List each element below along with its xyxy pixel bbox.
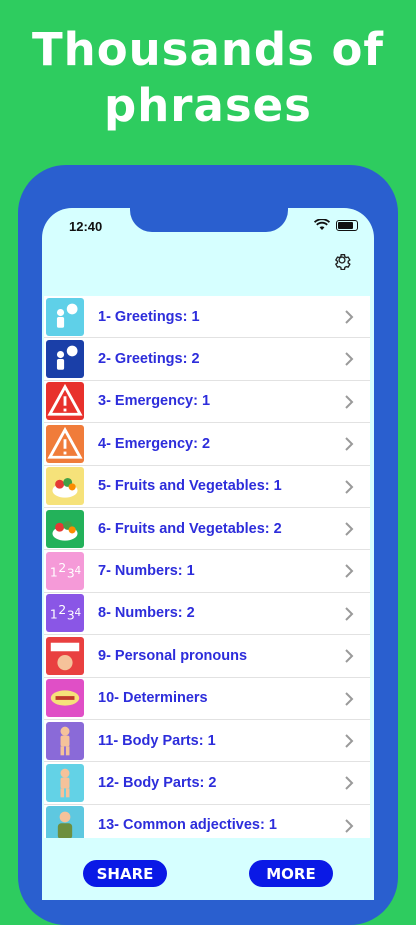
share-button[interactable]: SHARE [83,860,167,887]
chevron-right-icon [345,522,354,536]
list-item[interactable]: 1 2 3 4 7- Numbers: 1 [44,550,370,593]
battery-icon [336,219,358,231]
numbers-icon: 1234 [46,594,84,633]
svg-text:4: 4 [74,607,81,619]
numbers-icon: 1234 [46,552,84,591]
notch [130,208,288,232]
svg-text:2: 2 [58,603,66,617]
list-item[interactable]: 5- Fruits and Vegetables: 1 [44,466,370,508]
chevron-right-icon [345,310,354,324]
list-item[interactable]: 4- Emergency: 2 [44,423,370,466]
list-item-label: 3- Emergency: 1 [98,393,211,410]
status-time: 12:40 [69,219,103,234]
chevron-right-icon [345,691,354,706]
warning-icon [46,424,84,463]
list-item[interactable]: 1 2 3 4 8- Numbers: 2 [44,593,370,636]
list-item-label: 11- Body Parts: 1 [98,732,216,749]
chevron-right-icon [345,776,354,791]
topic-list: 1- Greetings: 1 2- Greetings: 2 3- Emergen… [44,296,370,838]
list-item-label: 7- Numbers: 1 [98,563,195,580]
fruit-bowl-icon [46,467,84,506]
body-figure-icon [46,763,84,802]
list-item[interactable]: 1- Greetings: 1 [44,296,370,339]
list-item[interactable]: 11- Body Parts: 1 [44,720,370,763]
pronoun-badge-icon [46,636,84,675]
chevron-right-icon [345,437,354,451]
fruit-bowl-icon [46,509,84,548]
warning-icon [46,382,84,421]
list-item-label: 13- Common adjectives: 1 [98,817,277,834]
chevron-right-icon [345,352,354,367]
status-icons [314,219,358,231]
list-item[interactable]: 12- Body Parts: 2 [44,762,370,805]
list-item[interactable]: 2- Greetings: 2 [44,338,370,381]
person-speech-icon [46,340,84,379]
list-item-label: 10- Determiners [98,690,208,707]
list-item-label: 4- Emergency: 2 [98,435,211,452]
wifi-icon [314,219,330,230]
chevron-right-icon [345,395,354,409]
list-item[interactable]: 3- Emergency: 1 [44,381,370,424]
chevron-right-icon [345,818,354,833]
list-item-label: 8- Numbers: 2 [98,605,195,622]
headline: Thousands of phrases [31,23,385,132]
list-item-label: 2- Greetings: 2 [98,351,200,368]
body-figure-icon [46,721,84,760]
list-item[interactable]: 9- Personal pronouns [44,635,370,678]
svg-text:1: 1 [50,566,58,580]
chevron-right-icon [345,479,354,494]
list-item[interactable]: 6- Fruits and Vegetables: 2 [44,508,370,551]
person-figure-icon [46,806,84,838]
svg-text:4: 4 [74,565,81,577]
list-item-label: 9- Personal pronouns [98,647,248,664]
list-item-label: 6- Fruits and Vegetables: 2 [98,520,282,537]
more-button[interactable]: MORE [249,860,333,887]
chevron-right-icon [345,649,354,663]
svg-text:1: 1 [50,608,58,622]
chevron-right-icon [345,607,354,621]
phone-screen: 12:40 1- Greetings: 1 2- Greetings: 2 3- E… [42,208,374,900]
list-item[interactable]: 10- Determiners [44,678,370,720]
chevron-right-icon [345,734,354,748]
chevron-right-icon [345,564,354,579]
svg-text:2: 2 [58,561,66,575]
list-item-label: 1- Greetings: 1 [98,308,200,325]
gear-icon[interactable] [332,250,352,270]
list-item[interactable]: 13- Common adjectives: 1 [44,805,370,838]
determiner-badge-icon [46,679,84,718]
list-item-label: 12- Body Parts: 2 [98,774,217,791]
person-speech-icon [46,297,84,336]
list-item-label: 5- Fruits and Vegetables: 1 [98,478,282,495]
